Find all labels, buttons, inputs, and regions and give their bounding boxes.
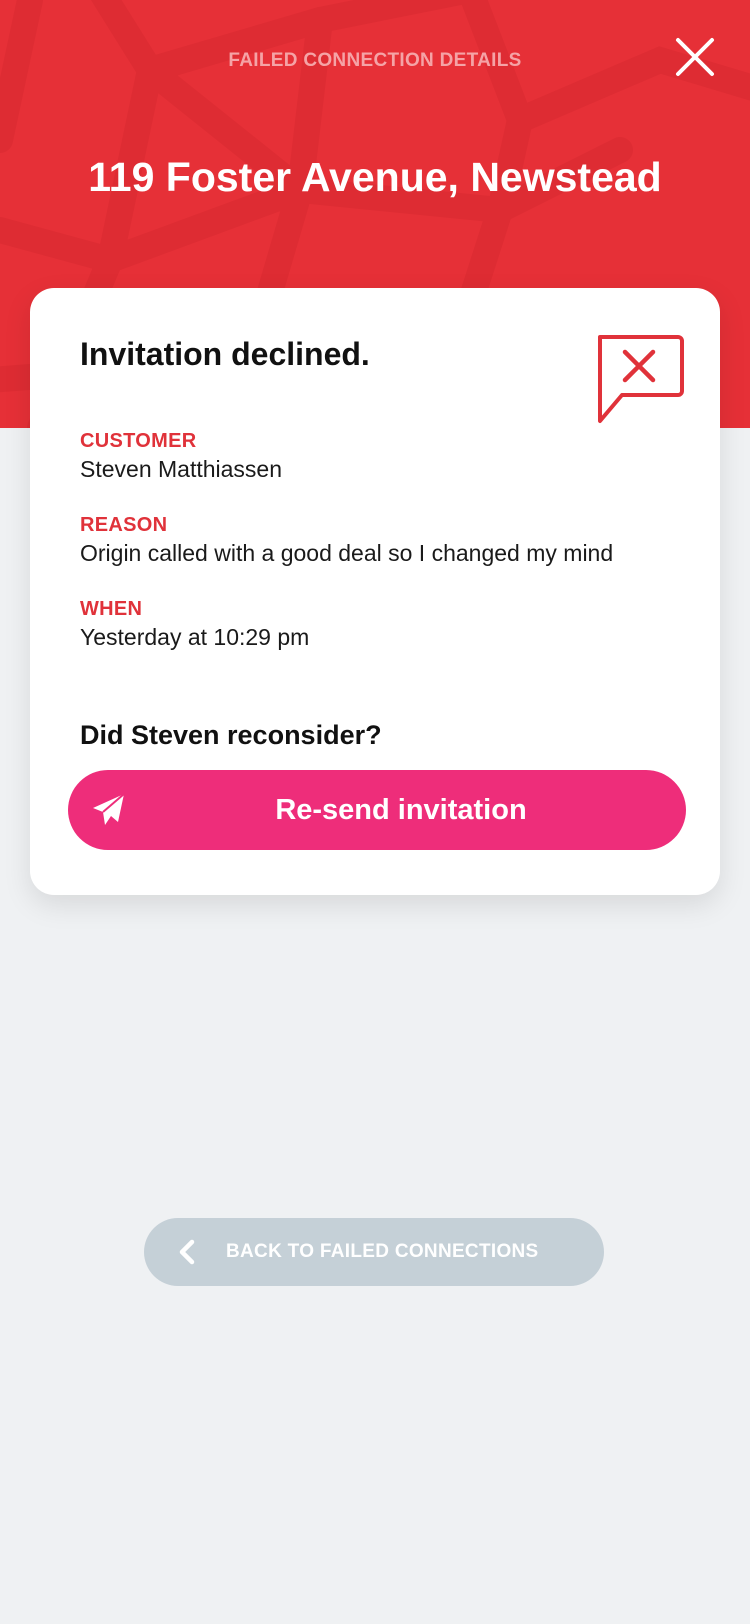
chevron-left-icon	[179, 1239, 195, 1265]
card-title: Invitation declined.	[80, 336, 370, 372]
reason-label: REASON	[80, 514, 168, 536]
back-to-failed-connections-button[interactable]: BACK TO FAILED CONNECTIONS	[144, 1218, 604, 1286]
back-button-label: BACK TO FAILED CONNECTIONS	[226, 1241, 539, 1262]
close-button[interactable]	[674, 36, 716, 78]
customer-label: CUSTOMER	[80, 430, 197, 452]
page-label: FAILED CONNECTION DETAILS	[228, 50, 522, 71]
when-value: Yesterday at 10:29 pm	[80, 624, 310, 650]
details-card: Invitation declined. CUSTOMER Steven Mat…	[30, 288, 720, 895]
reason-value: Origin called with a good deal so I chan…	[80, 540, 614, 566]
resend-invitation-label: Re-send invitation	[275, 794, 527, 826]
reconsider-question: Did Steven reconsider?	[80, 720, 382, 750]
when-label: WHEN	[80, 598, 143, 620]
customer-value: Steven Matthiassen	[80, 456, 283, 482]
declined-message-icon	[598, 335, 684, 423]
resend-invitation-button[interactable]: Re-send invitation	[68, 770, 686, 850]
address-title: 119 Foster Avenue, Newstead	[88, 154, 662, 200]
close-icon	[676, 38, 714, 76]
